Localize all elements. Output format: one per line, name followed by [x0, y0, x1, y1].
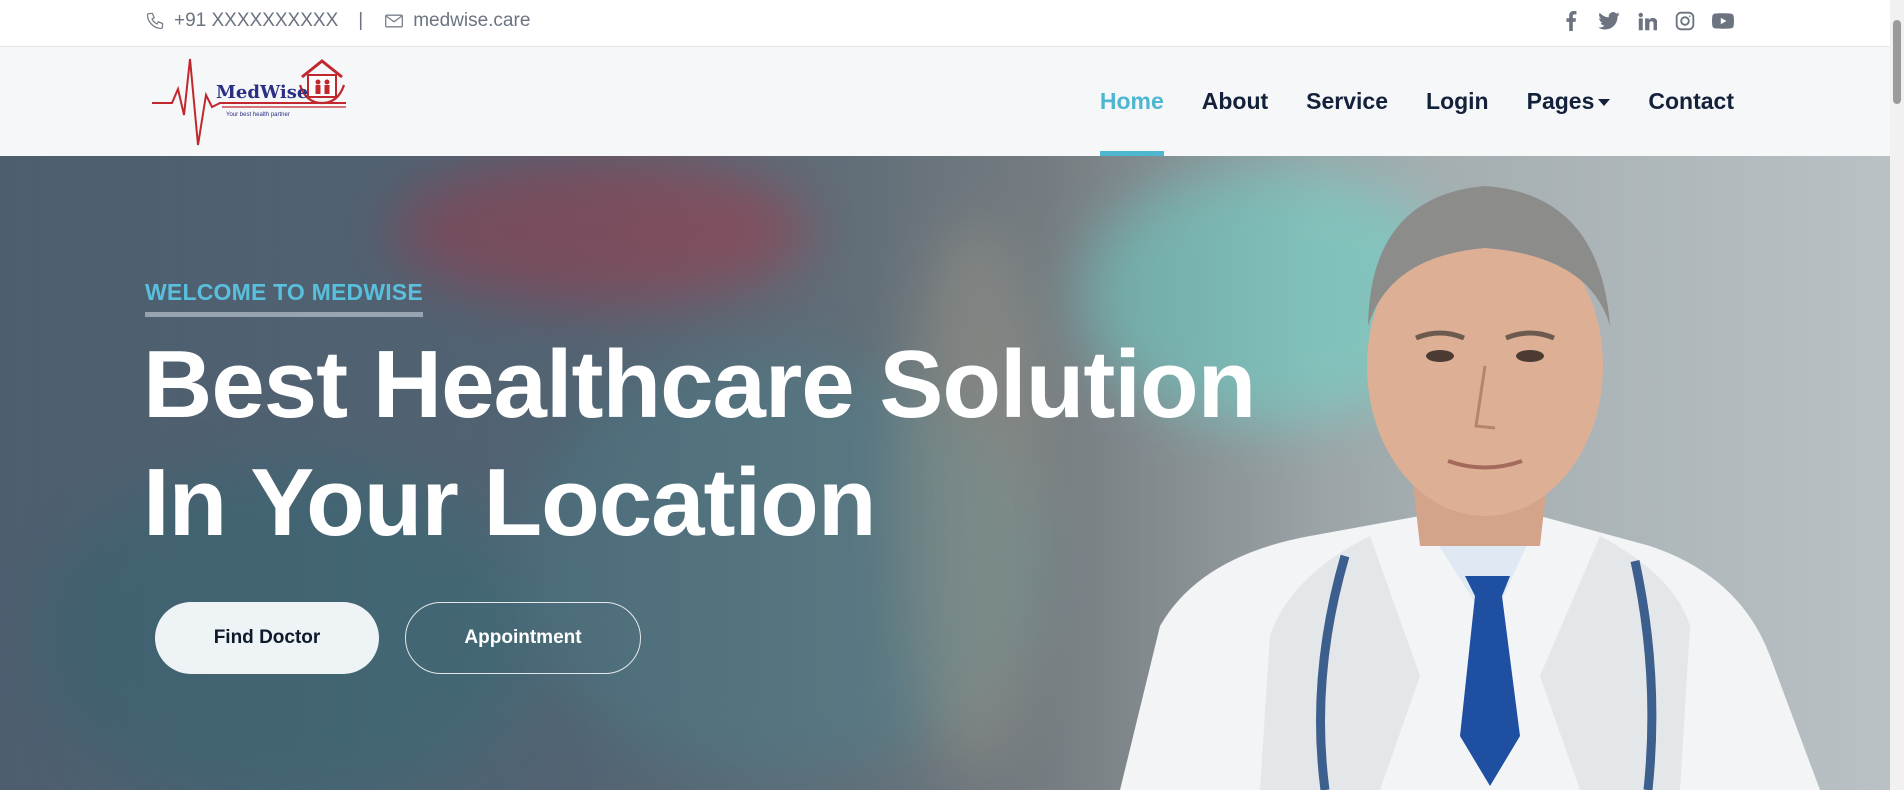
find-doctor-button[interactable]: Find Doctor: [155, 602, 379, 674]
hero-title-line-1: Best Healthcare Solution: [143, 331, 1256, 438]
hero-title-line-2: In Your Location: [143, 449, 876, 556]
hero-title: Best Healthcare Solution In Your Locatio…: [143, 326, 1256, 562]
page-scrollbar[interactable]: [1890, 0, 1904, 790]
nav-item-home[interactable]: Home: [1099, 47, 1164, 156]
nav-label-contact: Contact: [1648, 88, 1734, 114]
topbar-separator: |: [358, 10, 364, 31]
twitter-icon[interactable]: [1598, 10, 1620, 32]
nav-label-pages: Pages: [1526, 88, 1595, 114]
hero-banner: WELCOME TO MEDWISE Best Healthcare Solut…: [0, 156, 1890, 790]
hero-eyebrow: WELCOME TO MEDWISE: [145, 279, 423, 317]
nav-item-contact[interactable]: Contact: [1648, 47, 1734, 156]
nav-label-home: Home: [1099, 88, 1164, 114]
instagram-icon[interactable]: [1674, 10, 1696, 32]
scrollbar-thumb[interactable]: [1893, 20, 1901, 104]
nav-item-pages[interactable]: Pages: [1527, 47, 1611, 156]
navbar: MedWise Your best health partner Home Ab…: [0, 47, 1890, 156]
email-address[interactable]: medwise.care: [413, 10, 530, 32]
envelope-icon: [383, 10, 405, 32]
logo-wordmark: MedWise: [216, 82, 308, 103]
page: +91 XXXXXXXXXX | medwise.care MedWise Yo…: [0, 0, 1890, 790]
nav-item-service[interactable]: Service: [1306, 47, 1388, 156]
nav-item-about[interactable]: About: [1202, 47, 1268, 156]
phone-icon: [144, 10, 166, 32]
caret-down-icon: [1598, 99, 1611, 106]
nav-item-login[interactable]: Login: [1426, 47, 1489, 156]
linkedin-icon[interactable]: [1636, 10, 1658, 32]
youtube-icon[interactable]: [1712, 10, 1734, 32]
facebook-icon[interactable]: [1560, 10, 1582, 32]
nav-label-service: Service: [1306, 88, 1389, 114]
topbar: +91 XXXXXXXXXX | medwise.care: [0, 0, 1890, 47]
topbar-contact: +91 XXXXXXXXXX | medwise.care: [144, 0, 530, 42]
social-links: [1560, 0, 1734, 42]
appointment-button[interactable]: Appointment: [405, 602, 641, 674]
nav-label-login: Login: [1426, 88, 1489, 114]
logo-tagline: Your best health partner: [226, 112, 290, 118]
nav-label-about: About: [1201, 88, 1269, 114]
medwise-logo[interactable]: MedWise Your best health partner: [150, 55, 346, 147]
phone-number[interactable]: +91 XXXXXXXXXX: [174, 10, 338, 32]
main-nav: Home About Service Login Pages Contact: [1099, 47, 1734, 156]
